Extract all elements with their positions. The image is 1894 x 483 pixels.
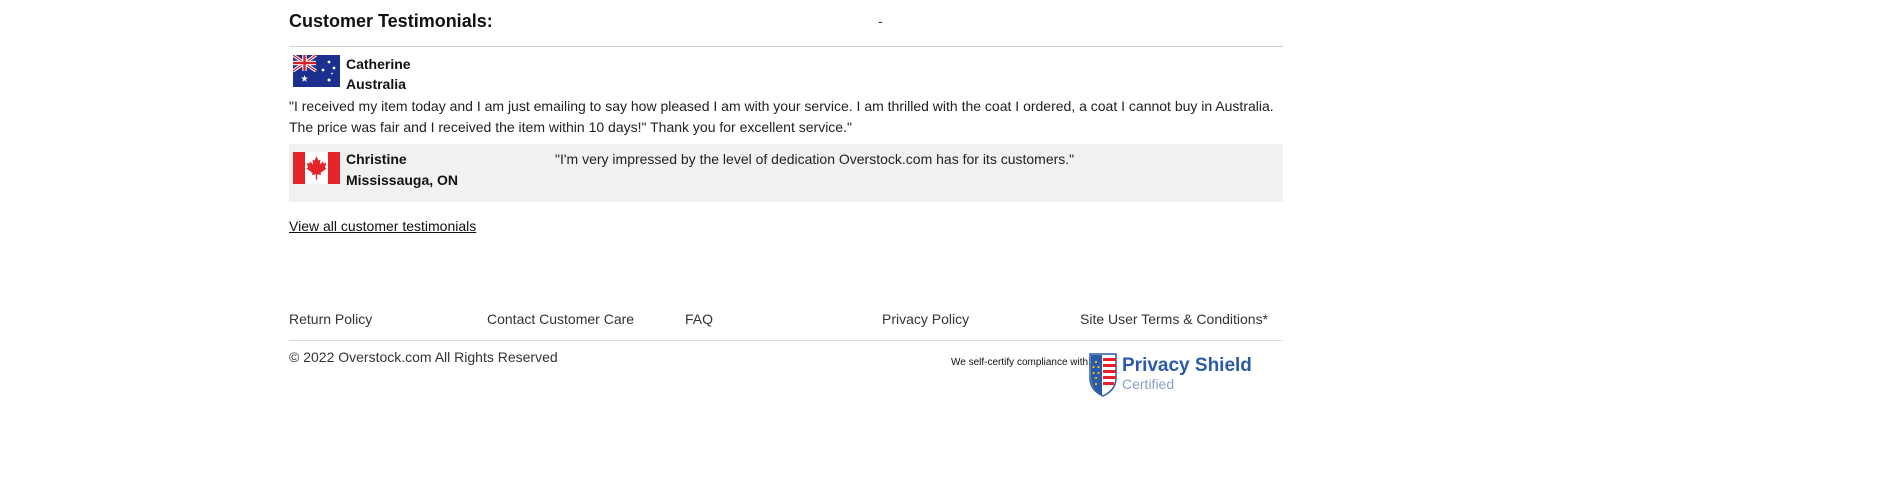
testimonials-section: Customer Testimonials: - Catherine Austr… [289,0,1283,397]
testimonials-header: Customer Testimonials: - [289,0,1283,47]
site-terms-link[interactable]: Site User Terms & Conditions* [1080,311,1268,327]
testimonial-item: Catherine Australia "I received my item … [289,47,1283,138]
testimonial-person: Catherine Australia [289,54,1283,96]
australia-flag-icon [293,55,340,87]
privacy-shield-logo[interactable]: Privacy Shield Certified [1087,352,1257,398]
privacy-policy-link[interactable]: Privacy Policy [882,311,969,327]
contact-customer-care-link[interactable]: Contact Customer Care [487,311,634,327]
canada-flag-icon [293,152,340,184]
self-certify-text: We self-certify compliance with: [951,357,1091,368]
view-all-testimonials-link[interactable]: View all customer testimonials [289,218,476,234]
testimonial-item-highlighted: Christine Mississauga, ON "I'm very impr… [289,144,1283,202]
testimonials-heading: Customer Testimonials: [289,11,493,31]
privacy-shield-title: Privacy Shield [1122,355,1252,376]
testimonial-location: Australia [346,76,406,92]
testimonial-name: Christine [346,151,407,167]
privacy-shield-logo-icon [1089,353,1117,397]
testimonial-quote: "I received my item today and I am just … [289,98,1274,135]
return-policy-link[interactable]: Return Policy [289,311,372,327]
header-dash: - [878,13,883,29]
testimonial-location: Mississauga, ON [346,172,459,188]
copyright-text: © 2022 Overstock.com All Rights Reserved [289,349,558,365]
testimonial-quote: "I'm very impressed by the level of dedi… [555,151,1075,167]
testimonial-name: Catherine [346,56,411,72]
faq-link[interactable]: FAQ [685,311,713,327]
privacy-shield-subtitle: Certified [1122,376,1175,392]
footer-links: Return Policy Contact Customer Care FAQ … [289,311,1283,341]
